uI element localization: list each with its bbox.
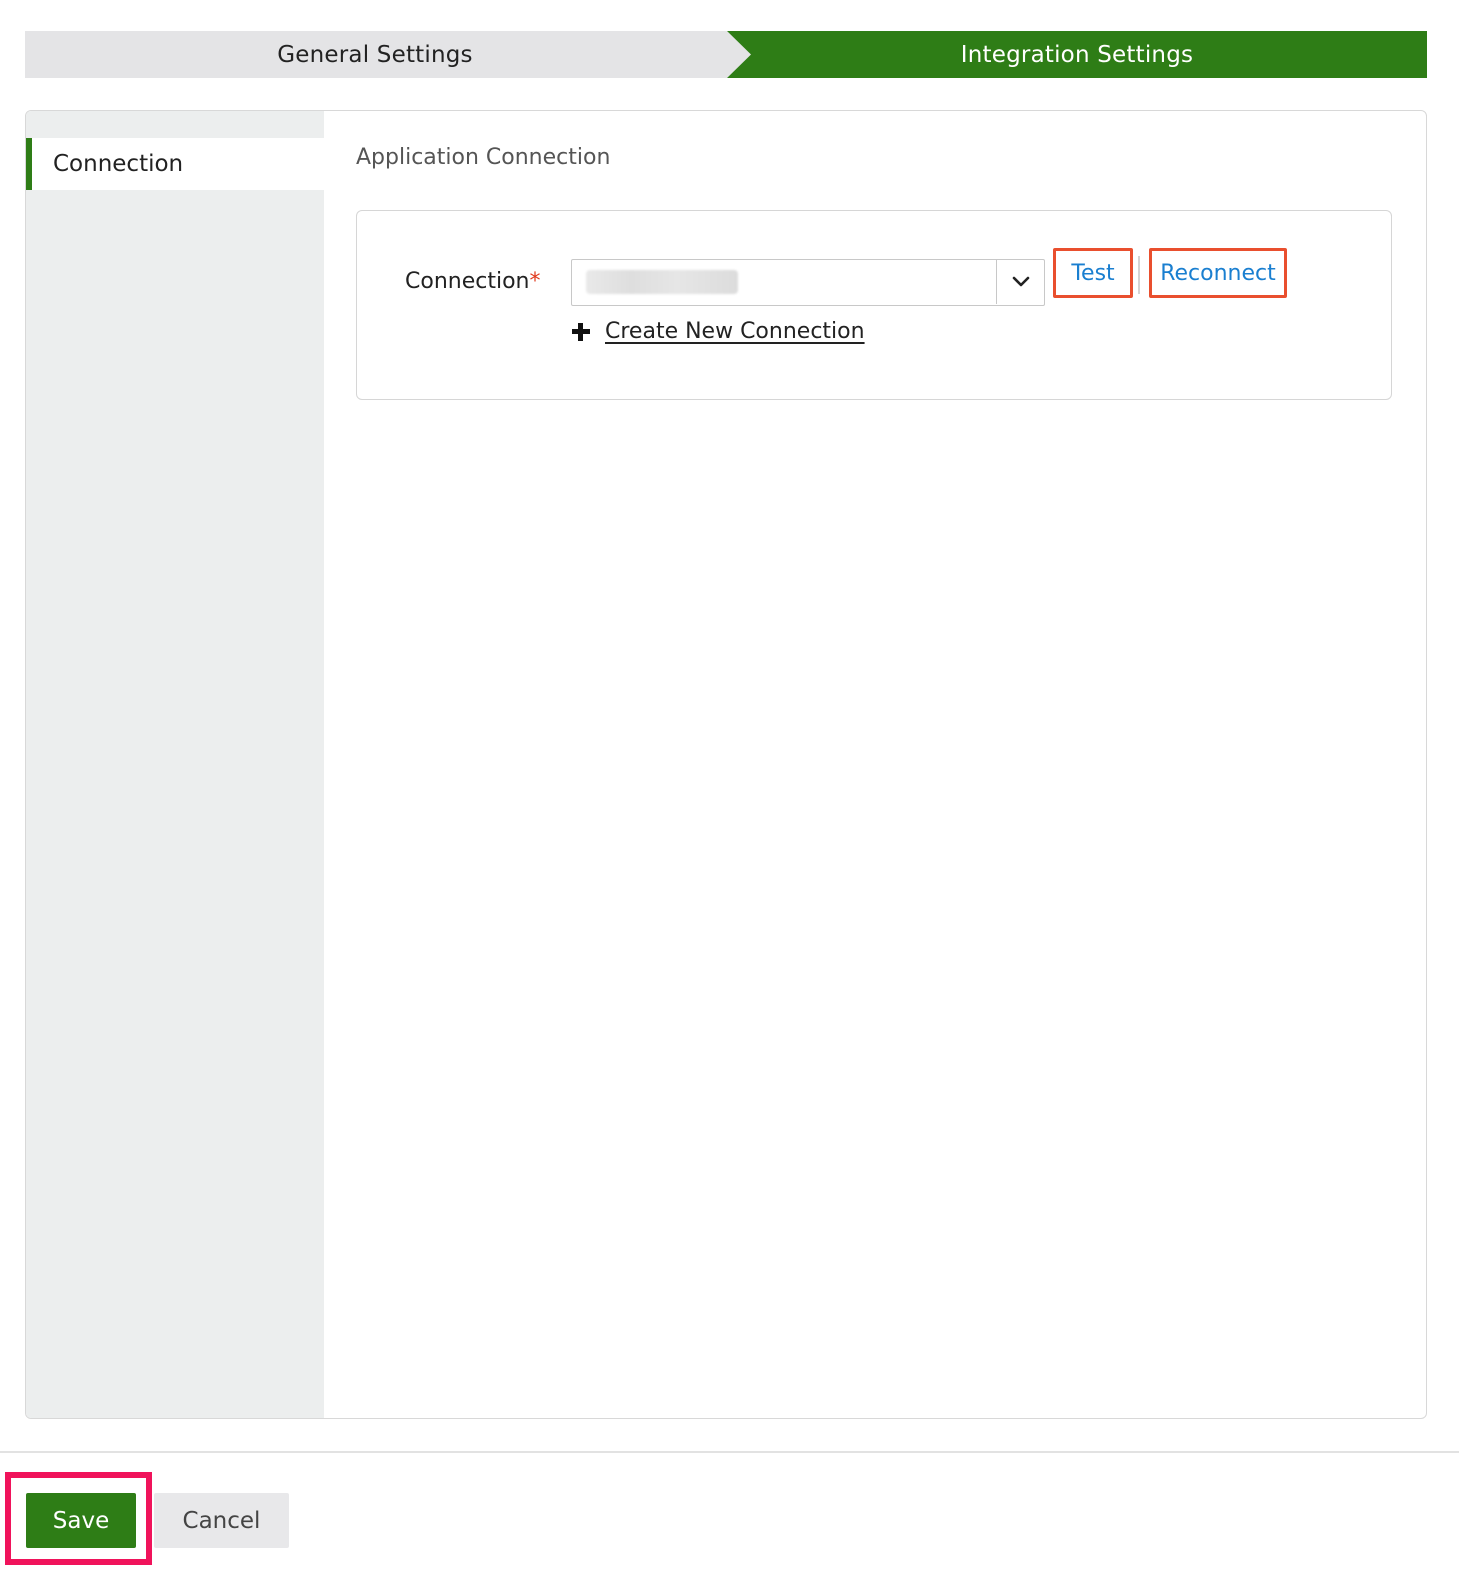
connection-label-text: Connection — [405, 269, 530, 294]
step-integration-settings[interactable]: Integration Settings — [727, 31, 1427, 78]
connection-select-value — [586, 270, 738, 294]
settings-panel: Connection Application Connection Connec… — [25, 110, 1427, 1419]
step-general-settings[interactable]: General Settings — [25, 31, 751, 78]
settings-content: Application Connection Connection* Test — [324, 111, 1426, 1418]
step-general-settings-label: General Settings — [277, 41, 473, 68]
footer-divider — [0, 1451, 1459, 1453]
cancel-button-label: Cancel — [182, 1507, 261, 1534]
link-divider — [1138, 256, 1140, 294]
settings-stepper: General Settings Integration Settings — [25, 31, 1427, 78]
required-marker: * — [529, 269, 541, 294]
step-integration-settings-label: Integration Settings — [960, 41, 1194, 68]
sidebar-item-label: Connection — [53, 151, 184, 177]
save-button-label: Save — [52, 1507, 110, 1534]
section-title: Application Connection — [356, 145, 611, 170]
save-button[interactable]: Save — [26, 1493, 136, 1548]
sidebar-item-connection[interactable]: Connection — [26, 138, 324, 190]
create-new-connection-link[interactable]: Create New Connection — [571, 319, 865, 344]
test-connection-link[interactable]: Test — [1053, 248, 1133, 298]
test-connection-label: Test — [1071, 260, 1115, 286]
plus-icon — [571, 322, 591, 342]
connection-select[interactable] — [571, 259, 1045, 306]
connection-field-label: Connection* — [405, 269, 540, 294]
create-new-connection-label: Create New Connection — [605, 319, 865, 344]
connection-card: Connection* Test Reconnect Create New Co… — [356, 210, 1392, 400]
chevron-down-icon[interactable] — [996, 260, 1044, 304]
cancel-button[interactable]: Cancel — [154, 1493, 289, 1548]
reconnect-link[interactable]: Reconnect — [1149, 248, 1287, 298]
settings-sidebar: Connection — [26, 111, 324, 1418]
reconnect-label: Reconnect — [1160, 260, 1276, 286]
integration-settings-page: General Settings Integration Settings Co… — [0, 0, 1459, 1585]
